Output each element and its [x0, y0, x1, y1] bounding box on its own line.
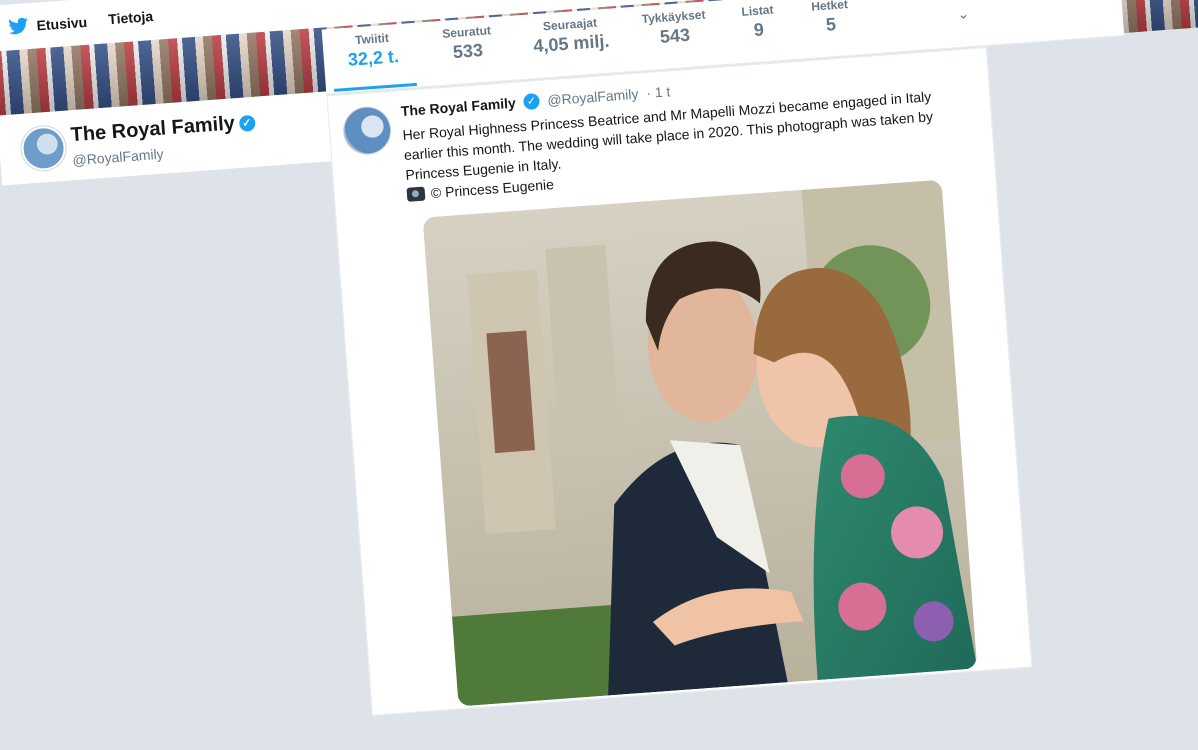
avatar[interactable] [20, 124, 68, 172]
stat-moments[interactable]: Hetket 5 [811, 0, 850, 37]
twitter-profile-page: Etusivu Tietoja Twiitit 32,2 t. Seuratut… [0, 0, 1198, 750]
stat-label: Hetket [810, 0, 849, 14]
tweet[interactable]: ⌄ The Royal Family ✓ @RoyalFamily · 1 t … [326, 5, 1033, 716]
stat-label: Twiitit [354, 30, 390, 48]
stat-value: 9 [753, 19, 765, 40]
tweet-timestamp[interactable]: · 1 t [646, 83, 671, 101]
camera-icon [406, 186, 426, 202]
profile-name-text: The Royal Family [69, 112, 236, 147]
engagement-photo-image [422, 179, 978, 707]
tweet-photo[interactable] [422, 179, 978, 707]
nav-about-link[interactable]: Tietoja [108, 8, 154, 27]
stat-following[interactable]: Seuratut 533 [442, 23, 493, 63]
stat-value: 32,2 t. [347, 46, 400, 70]
stat-label: Listat [740, 2, 774, 19]
stat-likes[interactable]: Tykkäykset 543 [641, 8, 707, 50]
tweet-author[interactable]: The Royal Family [400, 95, 516, 119]
profile-name[interactable]: The Royal Family ✓ [70, 111, 256, 147]
tweet-avatar[interactable] [342, 105, 392, 156]
chevron-down-icon[interactable]: ⌄ [957, 5, 970, 23]
tweet-handle[interactable]: @RoyalFamily [547, 86, 639, 109]
verified-badge-icon: ✓ [238, 114, 256, 132]
verified-badge-icon: ✓ [522, 92, 541, 111]
stat-label: Seuratut [441, 23, 492, 41]
stat-value: 4,05 milj. [532, 30, 611, 57]
nav-home-label: Etusivu [35, 13, 88, 34]
profile-handle[interactable]: @RoyalFamily [72, 146, 164, 169]
nav-home-link[interactable]: Etusivu [8, 13, 88, 36]
stat-value: 5 [825, 14, 837, 35]
stat-tweets[interactable]: Twiitit 32,2 t. [346, 30, 400, 71]
stat-followers[interactable]: Seuraajat 4,05 milj. [532, 15, 611, 57]
stat-value: 533 [452, 39, 484, 63]
stat-value: 543 [659, 24, 691, 47]
stat-lists[interactable]: Listat 9 [741, 3, 776, 42]
twitter-bird-icon [8, 17, 28, 35]
